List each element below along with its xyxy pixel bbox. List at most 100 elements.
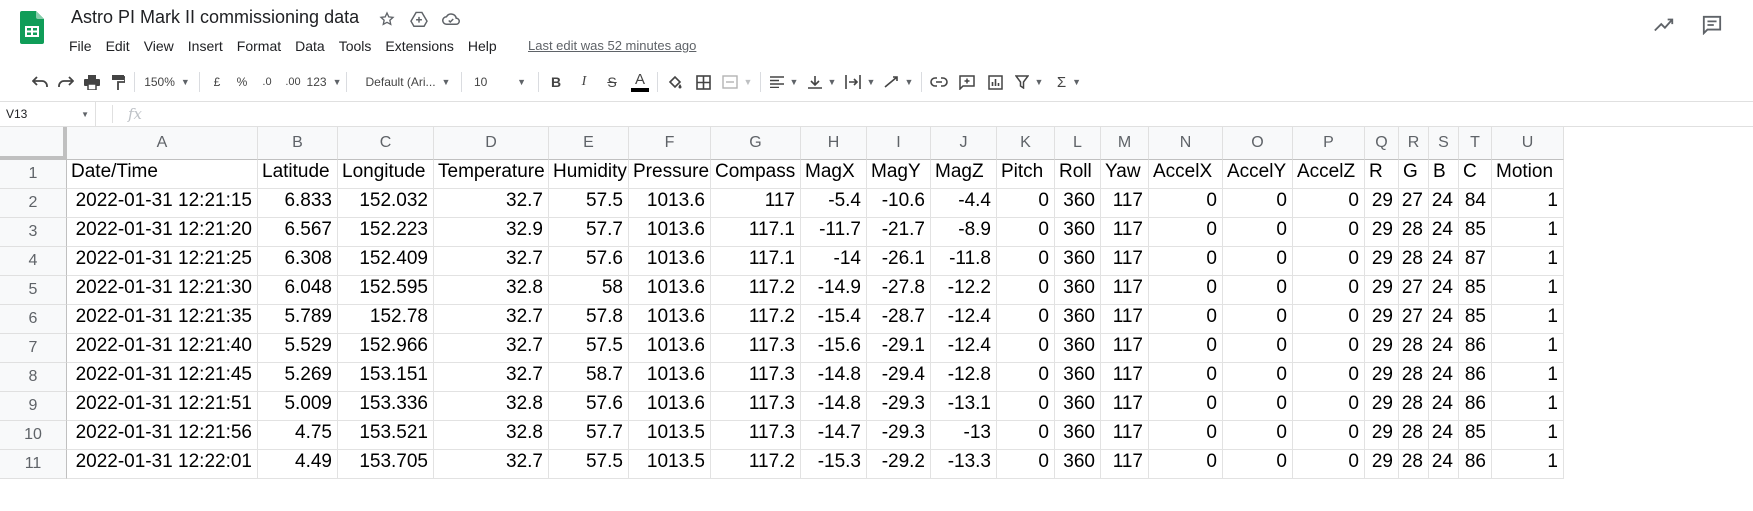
row-header[interactable]: 5 bbox=[0, 276, 67, 305]
decrease-decimal-button[interactable]: .0 bbox=[256, 70, 278, 94]
data-cell[interactable]: 86 bbox=[1459, 450, 1492, 479]
row-header[interactable]: 7 bbox=[0, 334, 67, 363]
row-header[interactable]: 10 bbox=[0, 421, 67, 450]
data-cell[interactable]: 28 bbox=[1399, 421, 1429, 450]
header-cell[interactable]: AccelZ bbox=[1293, 160, 1365, 189]
data-cell[interactable]: 1 bbox=[1492, 334, 1564, 363]
column-header-p[interactable]: P bbox=[1293, 127, 1365, 160]
data-cell[interactable]: 360 bbox=[1055, 421, 1101, 450]
data-cell[interactable]: 29 bbox=[1365, 247, 1399, 276]
data-cell[interactable]: 0 bbox=[1223, 450, 1293, 479]
star-icon[interactable] bbox=[376, 8, 398, 30]
data-cell[interactable]: 5.529 bbox=[258, 334, 338, 363]
data-cell[interactable]: -29.2 bbox=[867, 450, 931, 479]
column-header-k[interactable]: K bbox=[997, 127, 1055, 160]
data-cell[interactable]: 6.567 bbox=[258, 218, 338, 247]
data-cell[interactable]: 0 bbox=[1223, 247, 1293, 276]
data-cell[interactable]: 6.833 bbox=[258, 189, 338, 218]
data-cell[interactable]: 24 bbox=[1429, 218, 1459, 247]
data-cell[interactable]: 0 bbox=[997, 450, 1055, 479]
menu-tools[interactable]: Tools bbox=[332, 36, 379, 56]
data-cell[interactable]: 4.49 bbox=[258, 450, 338, 479]
header-cell[interactable]: MagZ bbox=[931, 160, 997, 189]
data-cell[interactable]: 152.595 bbox=[338, 276, 434, 305]
data-cell[interactable]: 0 bbox=[1223, 421, 1293, 450]
borders-icon[interactable] bbox=[692, 70, 714, 94]
data-cell[interactable]: 117 bbox=[1101, 305, 1149, 334]
column-header-g[interactable]: G bbox=[711, 127, 801, 160]
data-cell[interactable]: 29 bbox=[1365, 189, 1399, 218]
data-cell[interactable]: -15.3 bbox=[801, 450, 867, 479]
column-header-q[interactable]: Q bbox=[1365, 127, 1399, 160]
data-cell[interactable]: -14.9 bbox=[801, 276, 867, 305]
data-cell[interactable]: 27 bbox=[1399, 305, 1429, 334]
data-cell[interactable]: 1 bbox=[1492, 247, 1564, 276]
data-cell[interactable]: 29 bbox=[1365, 305, 1399, 334]
data-cell[interactable]: 6.308 bbox=[258, 247, 338, 276]
data-cell[interactable]: 1013.5 bbox=[629, 421, 711, 450]
data-cell[interactable]: 1013.6 bbox=[629, 334, 711, 363]
data-cell[interactable]: 117 bbox=[1101, 189, 1149, 218]
column-header-u[interactable]: U bbox=[1492, 127, 1564, 160]
data-cell[interactable]: 86 bbox=[1459, 392, 1492, 421]
filter-icon[interactable]: ▼ bbox=[1012, 70, 1046, 94]
data-cell[interactable]: 117.2 bbox=[711, 276, 801, 305]
data-cell[interactable]: 27 bbox=[1399, 276, 1429, 305]
data-cell[interactable]: 152.032 bbox=[338, 189, 434, 218]
data-cell[interactable]: -13.3 bbox=[931, 450, 997, 479]
header-cell[interactable]: Yaw bbox=[1101, 160, 1149, 189]
data-cell[interactable]: 84 bbox=[1459, 189, 1492, 218]
data-cell[interactable]: 117.3 bbox=[711, 392, 801, 421]
header-cell[interactable]: Pressure bbox=[629, 160, 711, 189]
column-header-r[interactable]: R bbox=[1399, 127, 1429, 160]
formula-input[interactable] bbox=[142, 103, 1753, 125]
data-cell[interactable]: 85 bbox=[1459, 305, 1492, 334]
data-cell[interactable]: 0 bbox=[1149, 276, 1223, 305]
data-cell[interactable]: -8.9 bbox=[931, 218, 997, 247]
data-cell[interactable]: 24 bbox=[1429, 421, 1459, 450]
data-cell[interactable]: 24 bbox=[1429, 247, 1459, 276]
data-cell[interactable]: 0 bbox=[1149, 247, 1223, 276]
data-cell[interactable]: 117 bbox=[711, 189, 801, 218]
data-cell[interactable]: 2022-01-31 12:21:20 bbox=[67, 218, 258, 247]
data-cell[interactable]: 0 bbox=[1293, 189, 1365, 218]
data-cell[interactable]: -11.7 bbox=[801, 218, 867, 247]
data-cell[interactable]: 58.7 bbox=[549, 363, 629, 392]
data-cell[interactable]: 360 bbox=[1055, 392, 1101, 421]
data-cell[interactable]: 117 bbox=[1101, 218, 1149, 247]
data-cell[interactable]: 153.521 bbox=[338, 421, 434, 450]
name-box[interactable]: V13 ▼ bbox=[0, 102, 96, 126]
data-cell[interactable]: 28 bbox=[1399, 218, 1429, 247]
column-header-m[interactable]: M bbox=[1101, 127, 1149, 160]
data-cell[interactable]: -14.7 bbox=[801, 421, 867, 450]
menu-insert[interactable]: Insert bbox=[181, 36, 230, 56]
row-header[interactable]: 1 bbox=[0, 160, 67, 189]
header-cell[interactable]: Date/Time bbox=[67, 160, 258, 189]
row-header[interactable]: 11 bbox=[0, 450, 67, 479]
data-cell[interactable]: 360 bbox=[1055, 334, 1101, 363]
data-cell[interactable]: 0 bbox=[1149, 189, 1223, 218]
data-cell[interactable]: 117 bbox=[1101, 247, 1149, 276]
column-header-e[interactable]: E bbox=[549, 127, 629, 160]
data-cell[interactable]: 28 bbox=[1399, 450, 1429, 479]
data-cell[interactable]: -29.3 bbox=[867, 392, 931, 421]
data-cell[interactable]: -10.6 bbox=[867, 189, 931, 218]
column-header-b[interactable]: B bbox=[258, 127, 338, 160]
document-title[interactable]: Astro PI Mark II commissioning data bbox=[71, 7, 359, 28]
data-cell[interactable]: 360 bbox=[1055, 450, 1101, 479]
data-cell[interactable]: 0 bbox=[1293, 392, 1365, 421]
header-cell[interactable]: Latitude bbox=[258, 160, 338, 189]
header-cell[interactable]: Temperature bbox=[434, 160, 549, 189]
text-rotation-icon[interactable]: ▼ bbox=[881, 70, 915, 94]
menu-help[interactable]: Help bbox=[461, 36, 504, 56]
insert-comment-icon[interactable] bbox=[956, 70, 978, 94]
data-cell[interactable]: 360 bbox=[1055, 218, 1101, 247]
data-cell[interactable]: 2022-01-31 12:21:51 bbox=[67, 392, 258, 421]
data-cell[interactable]: 2022-01-31 12:21:25 bbox=[67, 247, 258, 276]
horizontal-align-icon[interactable]: ▼ bbox=[767, 70, 801, 94]
data-cell[interactable]: 0 bbox=[1223, 363, 1293, 392]
data-cell[interactable]: 24 bbox=[1429, 363, 1459, 392]
functions-button[interactable]: Σ ▼ bbox=[1052, 70, 1086, 94]
merge-cells-icon[interactable]: ▼ bbox=[720, 70, 754, 94]
data-cell[interactable]: 117.3 bbox=[711, 334, 801, 363]
